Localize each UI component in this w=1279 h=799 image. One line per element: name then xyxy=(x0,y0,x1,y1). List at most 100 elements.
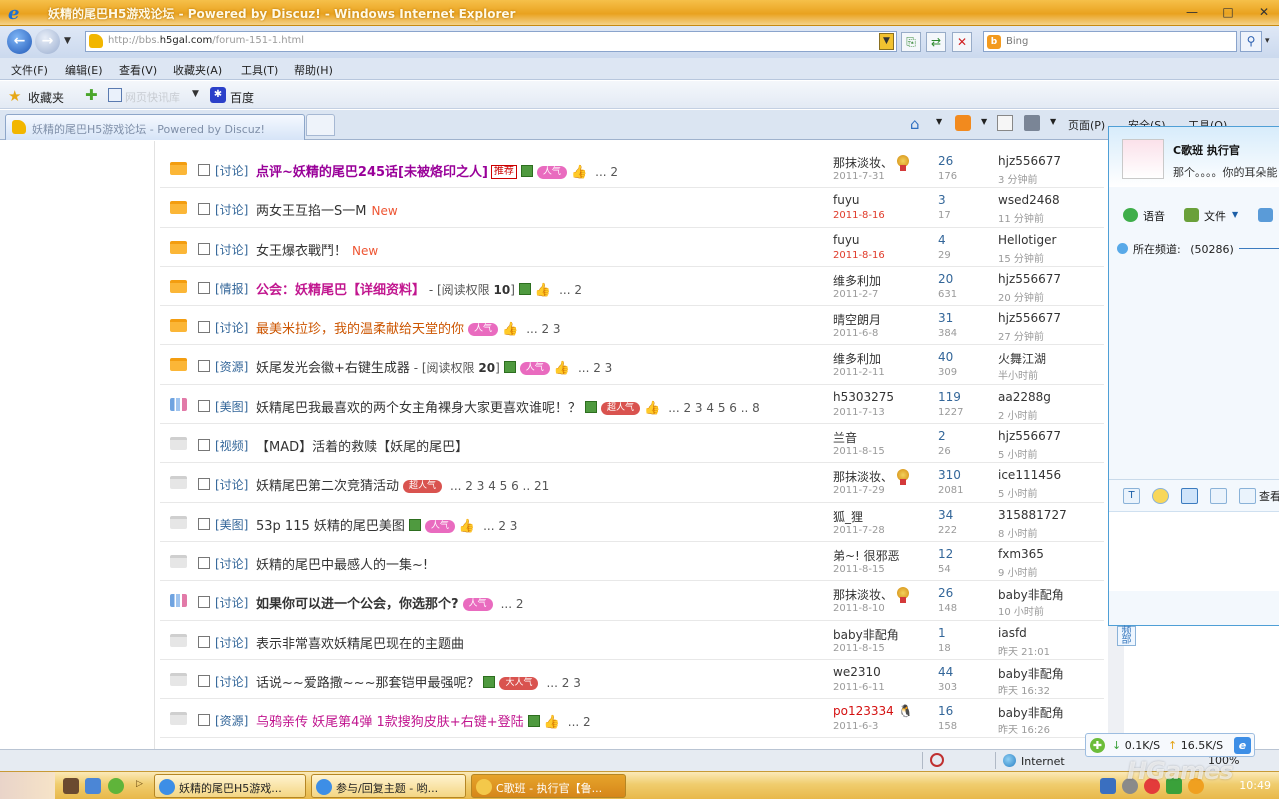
thread-title-link[interactable]: 话说~~爱路撒~~~那套铠甲最强呢？ xyxy=(256,676,479,691)
thread-author-link[interactable]: fuyu xyxy=(833,233,860,247)
security-zone[interactable]: Internet xyxy=(1003,754,1065,768)
thread-category-link[interactable]: [资源] xyxy=(215,712,248,729)
faded-favorite-item[interactable]: 网页快讯库 xyxy=(125,89,180,105)
last-post-time[interactable]: 9 小时前 xyxy=(998,564,1038,579)
thread-title-link[interactable]: 妖精尾巴我最喜欢的两个女主角裸身大家更喜欢谁呢！？ xyxy=(256,401,581,416)
home-dropdown-icon[interactable]: ▼ xyxy=(936,117,942,126)
thread-title-link[interactable]: 妖精的尾巴中最感人的一集~! xyxy=(256,558,428,573)
avatar[interactable] xyxy=(1122,139,1164,179)
thread-title-link[interactable]: 表示非常喜欢妖精尾巴现在的主题曲 xyxy=(256,637,464,652)
thread-author-link[interactable]: po123334 xyxy=(833,704,894,718)
thread-author-link[interactable]: we2310 xyxy=(833,665,881,679)
thread-category-link[interactable]: [讨论] xyxy=(215,319,248,336)
feed-dropdown-icon[interactable]: ▼ xyxy=(981,117,987,126)
font-icon[interactable]: T xyxy=(1123,488,1140,504)
thread-title-link[interactable]: 点评~妖精的尾巴245话[未被烙印之人] xyxy=(256,165,488,180)
thread-category-link[interactable]: [讨论] xyxy=(215,241,248,258)
voice-button[interactable]: 语音 xyxy=(1143,208,1165,224)
last-post-time[interactable]: 15 分钟前 xyxy=(998,250,1044,265)
quicklaunch-ie-icon[interactable] xyxy=(85,778,101,794)
thread-category-link[interactable]: [讨论] xyxy=(215,476,248,493)
web-slice-icon[interactable] xyxy=(108,88,122,102)
last-post-time[interactable]: 昨天 16:32 xyxy=(998,682,1050,697)
menu-view[interactable]: 查看(V) xyxy=(119,62,157,78)
thread-author-link[interactable]: 那抹淡妆、 xyxy=(833,468,893,485)
thread-title-link[interactable]: 女王爆衣戰鬥！ xyxy=(256,244,347,259)
new-tab-button[interactable] xyxy=(306,114,335,136)
taskbar-task-reply[interactable]: 参与/回复主题 - 哟... xyxy=(311,774,466,798)
qq-side-tab[interactable]: 频部 xyxy=(1117,626,1136,646)
thread-category-link[interactable]: [讨论] xyxy=(215,201,248,218)
thread-category-link[interactable]: [情报] xyxy=(215,280,248,297)
last-poster-link[interactable]: aa2288g xyxy=(998,390,1051,404)
window-title-bar[interactable]: e 妖精的尾巴H5游戏论坛 - Powered by Discuz! - Win… xyxy=(0,0,1279,26)
last-post-time[interactable]: 8 小时前 xyxy=(998,525,1038,540)
last-post-time[interactable]: 2 小时前 xyxy=(998,407,1038,422)
reply-count[interactable]: 1 xyxy=(938,626,946,640)
reply-count[interactable]: 40 xyxy=(938,350,953,364)
last-poster-link[interactable]: 火舞江湖 xyxy=(998,350,1046,367)
thread-author-link[interactable]: 弟~! 很邪恶 xyxy=(833,547,900,564)
thread-category-link[interactable]: [讨论] xyxy=(215,555,248,572)
menu-tools[interactable]: 工具(T) xyxy=(241,62,278,78)
thread-pages-link[interactable]: ... 2 xyxy=(568,715,591,729)
net-speed-widget[interactable]: ✚ ↓ 0.1K/S ↑ 16.5K/S e xyxy=(1085,733,1255,757)
reply-count[interactable]: 16 xyxy=(938,704,953,718)
tab-forum[interactable]: 妖精的尾巴H5游戏论坛 - Powered by Discuz! xyxy=(5,114,305,140)
thread-author-link[interactable]: fuyu xyxy=(833,193,860,207)
favorite-baidu-link[interactable]: 百度 xyxy=(230,89,254,106)
thread-title-link[interactable]: 乌鸦亲传 妖尾第4弹 1款搜狗皮肤+右键+登陆 xyxy=(256,715,524,730)
thread-title-link[interactable]: 两女王互掐一S一M xyxy=(256,204,366,219)
last-post-time[interactable]: 5 小时前 xyxy=(998,446,1038,461)
reply-count[interactable]: 31 xyxy=(938,311,953,325)
taskbar-task-qq[interactable]: C歌班 - 执行官【鲁... xyxy=(471,774,626,798)
thread-checkbox[interactable] xyxy=(198,517,210,530)
search-icon[interactable]: ⚲ xyxy=(1240,31,1262,52)
thread-checkbox[interactable] xyxy=(198,596,210,609)
quicklaunch-app-icon[interactable] xyxy=(63,778,79,794)
last-post-time[interactable]: 11 分钟前 xyxy=(998,210,1044,225)
reply-count[interactable]: 26 xyxy=(938,586,953,600)
address-field[interactable]: http://bbs.h5gal.com/forum-151-1.html xyxy=(85,31,897,52)
last-poster-link[interactable]: hjz556677 xyxy=(998,429,1061,443)
file-icon[interactable] xyxy=(1184,208,1199,222)
thread-checkbox[interactable] xyxy=(198,321,210,334)
qq-chat-window[interactable]: C歌班 执行官 那个。。。。你的耳朵能 语音 文件 ▼ 所在频道: (50286… xyxy=(1108,126,1279,626)
last-post-time[interactable]: 半小时前 xyxy=(998,367,1038,382)
thread-author-link[interactable]: h5303275 xyxy=(833,390,894,404)
tray-app-icon[interactable] xyxy=(1100,778,1116,794)
thread-title-link[interactable]: 妖精尾巴第二次竞猜活动 xyxy=(256,479,399,494)
last-post-time[interactable]: 20 分钟前 xyxy=(998,289,1044,304)
last-poster-link[interactable]: baby非配角 xyxy=(998,586,1064,603)
thread-title-link[interactable]: 最美米拉珍，我的温柔献给天堂的你 xyxy=(256,322,464,337)
thread-pages-link[interactable]: ... 2 3 4 5 6 .. 21 xyxy=(450,479,549,493)
reply-count[interactable]: 4 xyxy=(938,233,946,247)
thread-pages-link[interactable]: ... 2 3 xyxy=(546,676,580,690)
last-post-time[interactable]: 5 小时前 xyxy=(998,485,1038,500)
reply-count[interactable]: 34 xyxy=(938,508,953,522)
thread-pages-link[interactable]: ... 2 xyxy=(595,165,618,179)
image-icon[interactable] xyxy=(1210,488,1227,504)
thread-author-link[interactable]: 维多利加 xyxy=(833,272,881,289)
view-history-button[interactable]: 查看 xyxy=(1259,488,1279,504)
thread-title-link[interactable]: 如果你可以进一个公会，你选那个? xyxy=(256,597,459,612)
maximize-button[interactable]: □ xyxy=(1217,3,1239,21)
menu-favorites[interactable]: 收藏夹(A) xyxy=(173,62,222,78)
file-dropdown-icon[interactable]: ▼ xyxy=(1232,210,1238,219)
screen-share-icon[interactable] xyxy=(1258,208,1273,222)
home-icon[interactable]: ⌂ xyxy=(910,115,926,133)
forward-button[interactable]: → xyxy=(35,29,60,54)
thread-checkbox[interactable] xyxy=(198,556,210,569)
start-button[interactable] xyxy=(0,772,55,799)
thread-pages-link[interactable]: ... 2 3 xyxy=(526,322,560,336)
thread-checkbox[interactable] xyxy=(198,281,210,294)
file-button[interactable]: 文件 xyxy=(1204,208,1226,224)
last-post-time[interactable]: 10 小时前 xyxy=(998,603,1044,618)
compatibility-icon[interactable]: ⎘ xyxy=(901,32,921,52)
reply-count[interactable]: 310 xyxy=(938,468,961,482)
thread-title-link[interactable]: 53p 115 妖精的尾巴美图 xyxy=(256,519,405,534)
address-dropdown-icon[interactable]: ▼ xyxy=(879,33,894,50)
last-poster-link[interactable]: baby非配角 xyxy=(998,704,1064,721)
thread-author-link[interactable]: 那抹淡妆、 xyxy=(833,154,893,171)
favorites-button[interactable]: 收藏夹 xyxy=(28,89,64,106)
